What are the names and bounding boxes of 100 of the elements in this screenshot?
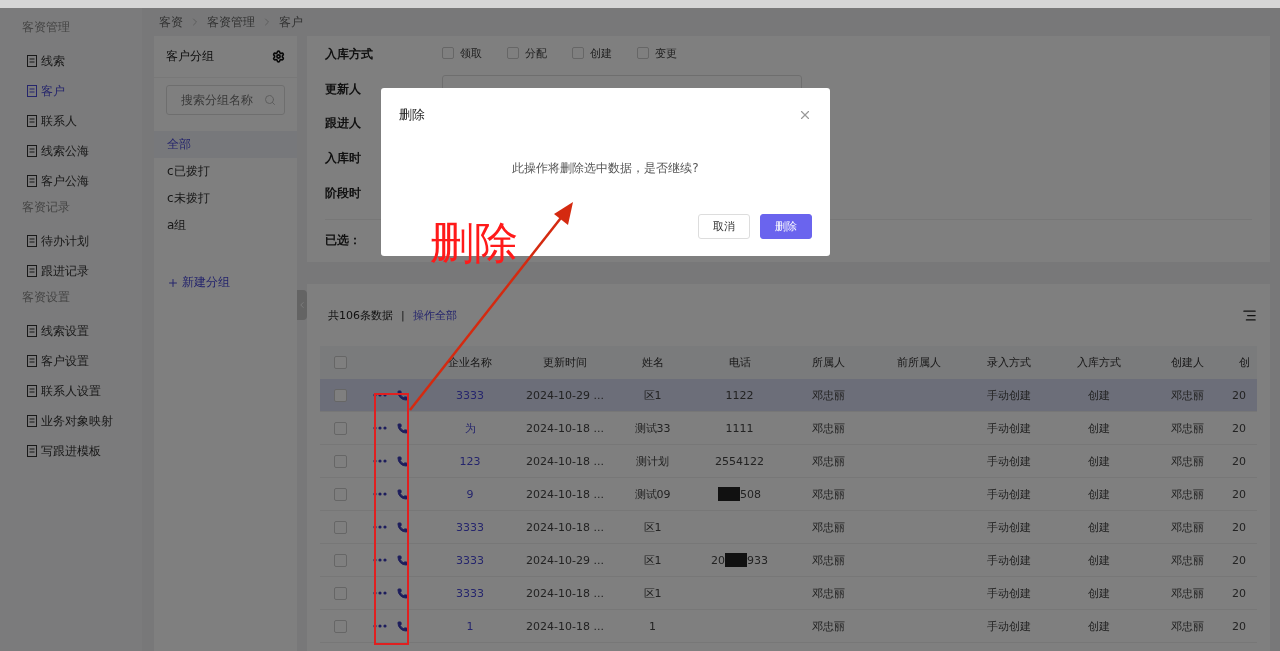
- column-header: 姓名: [641, 355, 664, 370]
- table-cell: 创建: [1087, 387, 1110, 403]
- sidebar-item[interactable]: 线索: [0, 46, 142, 76]
- company-link[interactable]: 3333: [456, 520, 484, 534]
- table-cell: 20: [1232, 586, 1246, 600]
- table-cell: 2024-10-18 ...: [526, 421, 604, 435]
- group-item[interactable]: c已拨打: [154, 158, 297, 185]
- document-icon: [27, 55, 37, 67]
- table-cell: 手动创建: [987, 552, 1031, 568]
- checkbox[interactable]: [333, 388, 347, 402]
- column-header: 创建人: [1171, 355, 1204, 370]
- sidebar-item[interactable]: 联系人: [0, 106, 142, 136]
- checkbox[interactable]: [333, 586, 347, 600]
- checkbox[interactable]: [333, 454, 347, 468]
- checkbox[interactable]: [333, 520, 347, 534]
- phone-icon[interactable]: [396, 389, 408, 401]
- sidebar-item[interactable]: 待办计划: [0, 226, 142, 256]
- table-cell: 邓忠丽: [1171, 585, 1204, 601]
- breadcrumb-item[interactable]: 客户: [279, 13, 303, 31]
- company-link[interactable]: 123: [459, 454, 481, 468]
- checkbox[interactable]: [333, 487, 347, 501]
- phone-icon[interactable]: [396, 587, 408, 599]
- checkbox[interactable]: [333, 619, 347, 633]
- checkbox[interactable]: [333, 553, 347, 567]
- phone-icon[interactable]: [396, 422, 408, 434]
- sidebar-item[interactable]: 写跟进模板: [0, 436, 142, 466]
- search-icon: [264, 94, 276, 106]
- sidebar-item[interactable]: 跟进记录: [0, 256, 142, 286]
- column-header: 电话: [728, 355, 751, 370]
- table-cell: 手动创建: [987, 618, 1031, 634]
- group-item[interactable]: a组: [154, 212, 297, 239]
- table-cell: 手动创建: [987, 387, 1031, 403]
- search-field[interactable]: 搜索分组名称: [166, 85, 285, 115]
- breadcrumb-item[interactable]: 客资管理: [207, 13, 255, 31]
- sidebar-item[interactable]: 线索设置: [0, 316, 142, 346]
- annotation-label: 删除: [430, 218, 518, 270]
- checkbox[interactable]: [333, 421, 347, 435]
- checkbox[interactable]: [442, 47, 454, 60]
- table-cell: 邓忠丽: [812, 486, 845, 502]
- table-cell: 2024-10-18 ...: [526, 586, 604, 600]
- company-link[interactable]: 1: [466, 619, 474, 633]
- table-cell: 邓忠丽: [812, 387, 845, 403]
- company-link[interactable]: 9: [466, 487, 474, 501]
- phone-icon[interactable]: [396, 455, 408, 467]
- sidebar-item[interactable]: 联系人设置: [0, 376, 142, 406]
- dialog-message: 此操作将删除选中数据，是否继续?: [511, 160, 700, 177]
- group-item[interactable]: c未拨打: [154, 185, 297, 212]
- phone-icon[interactable]: [396, 554, 408, 566]
- sidebar-item[interactable]: 线索公海: [0, 136, 142, 166]
- table-cell: 测试33: [634, 420, 671, 436]
- confirm-button[interactable]: 删除: [760, 214, 812, 239]
- table-cell: 手动创建: [987, 519, 1031, 535]
- table-cell: 20: [1232, 388, 1246, 402]
- table-cell: 20: [1232, 421, 1246, 435]
- settings-icon[interactable]: [272, 50, 285, 63]
- checkbox[interactable]: [333, 356, 347, 369]
- sidebar-item[interactable]: 业务对象映射: [0, 406, 142, 436]
- checkbox[interactable]: [572, 47, 584, 60]
- sidebar-item[interactable]: 客户: [0, 76, 142, 106]
- table-cell: 2024-10-29 ...: [526, 388, 604, 402]
- sidebar-item[interactable]: 客户设置: [0, 346, 142, 376]
- collapse-handle[interactable]: [297, 290, 307, 320]
- table-cell: 创建: [1087, 618, 1110, 634]
- phone-icon[interactable]: [396, 620, 408, 632]
- group-item[interactable]: 全部: [154, 131, 297, 158]
- table-cell: 邓忠丽: [812, 420, 845, 436]
- document-icon: [27, 385, 37, 397]
- checkbox[interactable]: [507, 47, 519, 60]
- cancel-button[interactable]: 取消: [698, 214, 750, 239]
- redaction-block: [725, 553, 747, 567]
- new-group-link[interactable]: 新建分组: [182, 274, 230, 291]
- table-cell: 测试09: [634, 486, 671, 502]
- filter-label: 更新人: [325, 81, 361, 96]
- company-link[interactable]: 为: [464, 420, 476, 436]
- phone-icon[interactable]: [396, 488, 408, 500]
- phone-icon[interactable]: [396, 521, 408, 533]
- close-icon[interactable]: [798, 108, 812, 122]
- column-header: 所属人: [812, 355, 845, 370]
- column-header: 创: [1239, 355, 1250, 370]
- checkbox[interactable]: [637, 47, 649, 60]
- company-link[interactable]: 3333: [456, 586, 484, 600]
- column-header: 入库方式: [1076, 355, 1121, 370]
- column-header: 录入方式: [987, 355, 1031, 370]
- table-row[interactable]: 3333 2024-10-29 ... 区1 1122 邓忠丽 手动创建 创建 邓忠丽 20: [320, 379, 1257, 412]
- table-cell: 邓忠丽: [1171, 552, 1204, 568]
- column-settings-icon[interactable]: [1242, 307, 1257, 323]
- breadcrumb-item[interactable]: 客资: [159, 13, 183, 31]
- column-header: 前所属人: [896, 355, 941, 370]
- table-cell: 创建: [1087, 519, 1110, 535]
- table-cell: 2024-10-18 ...: [526, 520, 604, 534]
- company-link[interactable]: 3333: [456, 553, 484, 567]
- filter-label: 入库时: [325, 150, 361, 165]
- sidebar-item[interactable]: 客户公海: [0, 166, 142, 196]
- plus-icon: [167, 276, 179, 289]
- bulk-action-link[interactable]: 操作全部: [412, 307, 457, 323]
- table-cell: 创建: [1087, 420, 1110, 436]
- document-icon: [27, 235, 37, 247]
- filter-label: 跟进人: [325, 116, 361, 131]
- document-icon: [27, 445, 37, 457]
- company-link[interactable]: 3333: [456, 388, 484, 402]
